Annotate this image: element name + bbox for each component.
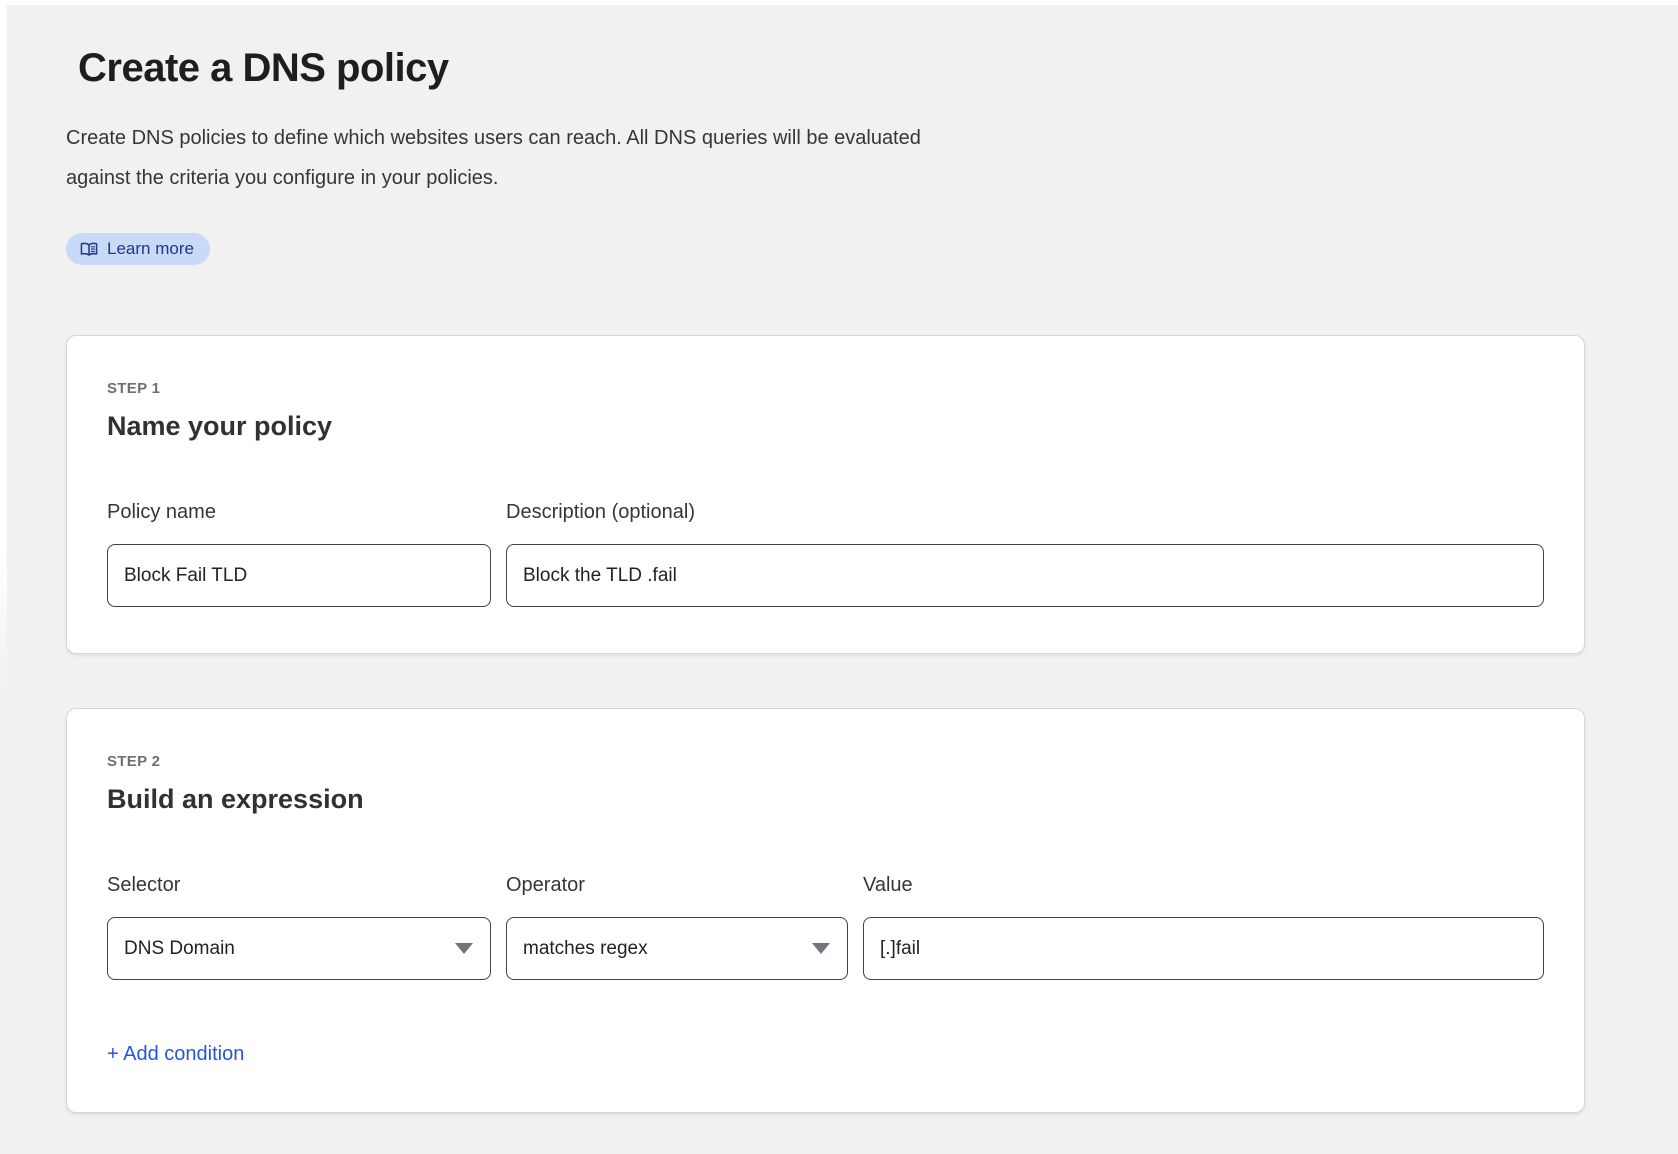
- policy-name-input[interactable]: [107, 544, 491, 607]
- step-1-card: STEP 1 Name your policy Policy name Desc…: [66, 335, 1585, 654]
- operator-dropdown[interactable]: matches regex: [506, 917, 848, 980]
- step-1-form-row: Policy name Description (optional): [107, 500, 1544, 607]
- description-field: Description (optional): [506, 500, 1544, 607]
- step-1-heading: Name your policy: [107, 411, 1544, 442]
- value-label: Value: [863, 873, 1544, 897]
- window-edge-top: [0, 0, 1678, 5]
- step-2-card: STEP 2 Build an expression Selector DNS …: [66, 708, 1585, 1113]
- step-1-label: STEP 1: [107, 380, 1544, 397]
- chevron-down-icon: [455, 943, 473, 954]
- step-2-heading: Build an expression: [107, 784, 1544, 815]
- step-2-label: STEP 2: [107, 753, 1544, 770]
- chevron-down-icon: [812, 943, 830, 954]
- policy-name-field: Policy name: [107, 500, 491, 607]
- learn-more-button[interactable]: Learn more: [66, 233, 210, 265]
- page-description: Create DNS policies to define which webs…: [66, 118, 971, 198]
- operator-label: Operator: [506, 873, 848, 897]
- description-input[interactable]: [506, 544, 1544, 607]
- selector-dropdown-value: DNS Domain: [124, 938, 235, 960]
- create-dns-policy-page: Create a DNS policy Create DNS policies …: [0, 44, 1678, 1113]
- selector-label: Selector: [107, 873, 491, 897]
- learn-more-label: Learn more: [107, 239, 194, 259]
- selector-dropdown[interactable]: DNS Domain: [107, 917, 491, 980]
- description-label: Description (optional): [506, 500, 1544, 524]
- policy-name-label: Policy name: [107, 500, 491, 524]
- book-open-icon: [80, 242, 98, 257]
- operator-dropdown-value: matches regex: [523, 938, 648, 960]
- value-input[interactable]: [863, 917, 1544, 980]
- selector-field: Selector DNS Domain: [107, 873, 491, 980]
- page-title: Create a DNS policy: [78, 44, 1585, 92]
- operator-field: Operator matches regex: [506, 873, 848, 980]
- step-2-form-row: Selector DNS Domain Operator matches reg…: [107, 873, 1544, 980]
- add-condition-link[interactable]: + Add condition: [107, 1042, 244, 1066]
- value-field: Value: [863, 873, 1544, 980]
